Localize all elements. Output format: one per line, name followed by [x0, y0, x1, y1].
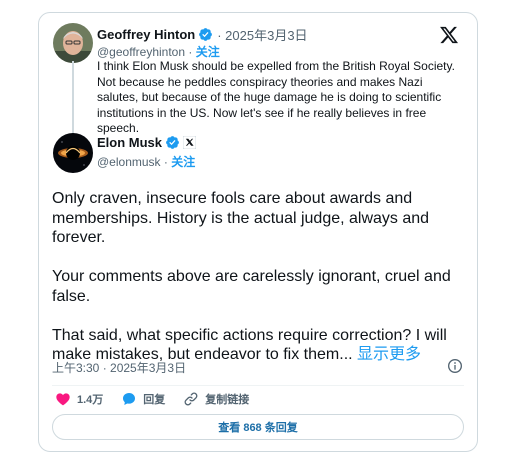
- x-affiliate-icon[interactable]: [183, 136, 197, 149]
- like-button[interactable]: 1.4万: [55, 391, 103, 407]
- heart-icon: [56, 393, 70, 406]
- verified-icon: [199, 28, 213, 41]
- reply-button[interactable]: 回复: [121, 391, 165, 407]
- post-card: Geoffrey Hinton · 2025年3月3日 @geoffreyhin…: [38, 12, 478, 452]
- action-bar: 1.4万 回复 复制链接: [55, 391, 267, 407]
- copy-link-label: 复制链接: [205, 394, 250, 406]
- post-paragraph: Only craven, insecure fools care about a…: [52, 190, 430, 246]
- post-author-name[interactable]: Elon Musk: [97, 135, 162, 150]
- divider: [52, 385, 464, 386]
- post-text: Only craven, insecure fools care about a…: [52, 189, 462, 365]
- show-more-link[interactable]: 显示更多: [357, 346, 421, 363]
- reply-bubble-icon: [123, 393, 136, 405]
- hinton-avatar[interactable]: [53, 23, 93, 63]
- handle-separator: ·: [185, 45, 196, 59]
- quoted-post-text: I think Elon Musk should be expelled fro…: [97, 59, 455, 136]
- post-handle[interactable]: @elonmusk: [97, 155, 161, 169]
- view-replies-button[interactable]: 查看 868 条回复: [52, 414, 464, 440]
- verified-icon: [166, 136, 179, 149]
- copy-link-button[interactable]: 复制链接: [183, 391, 249, 407]
- quoted-author-name[interactable]: Geoffrey Hinton: [97, 27, 195, 42]
- thread-line: [72, 61, 74, 137]
- link-icon: [184, 392, 198, 406]
- info-icon[interactable]: [447, 358, 463, 374]
- quoted-follow-button[interactable]: 关注: [196, 45, 220, 59]
- handle-separator: ·: [160, 155, 172, 169]
- like-count: 1.4万: [77, 394, 104, 406]
- post-paragraph: Your comments above are carelessly ignor…: [52, 268, 451, 305]
- x-logo-icon[interactable]: [439, 25, 459, 45]
- post-follow-button[interactable]: 关注: [171, 155, 195, 169]
- reply-label: 回复: [143, 394, 166, 406]
- musk-avatar[interactable]: [53, 133, 93, 173]
- quoted-date[interactable]: · 2025年3月3日: [217, 25, 307, 44]
- post-timestamp[interactable]: 上午3:30 · 2025年3月3日: [52, 359, 186, 376]
- quoted-handle[interactable]: @geoffreyhinton: [97, 45, 185, 59]
